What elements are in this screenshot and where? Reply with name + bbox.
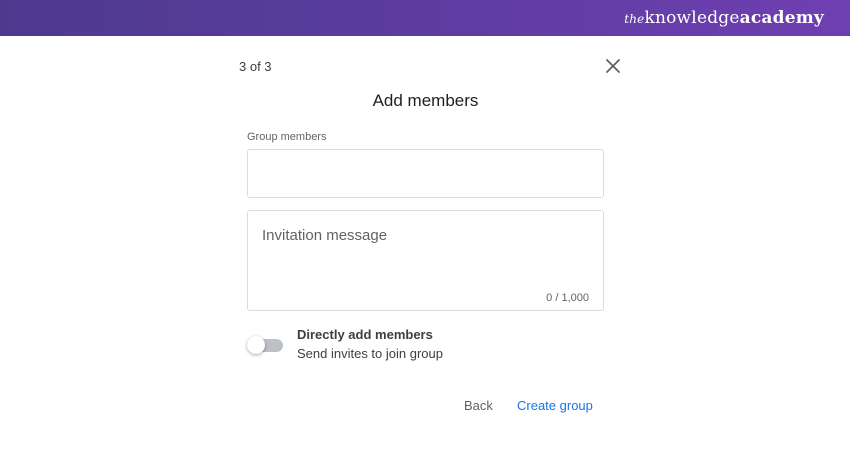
character-counter: 0 / 1,000 <box>546 292 589 304</box>
knowledge-academy-logo: theknowledgeacademy <box>624 8 824 28</box>
dialog-title: Add members <box>372 91 479 110</box>
direct-add-subtitle: Send invites to join group <box>297 346 443 361</box>
create-group-button[interactable]: Create group <box>509 396 601 415</box>
direct-add-title: Directly add members <box>297 327 433 342</box>
direct-add-toggle[interactable] <box>247 336 283 354</box>
invitation-message-box: 0 / 1,000 <box>247 210 604 311</box>
close-button[interactable] <box>601 54 625 78</box>
group-members-label: Group members <box>247 131 327 143</box>
close-icon <box>606 59 620 73</box>
brand-header: theknowledgeacademy <box>0 0 850 36</box>
back-button[interactable]: Back <box>456 396 501 415</box>
toggle-thumb <box>247 336 265 354</box>
step-indicator: 3 of 3 <box>239 59 272 74</box>
group-members-input[interactable] <box>247 149 604 198</box>
